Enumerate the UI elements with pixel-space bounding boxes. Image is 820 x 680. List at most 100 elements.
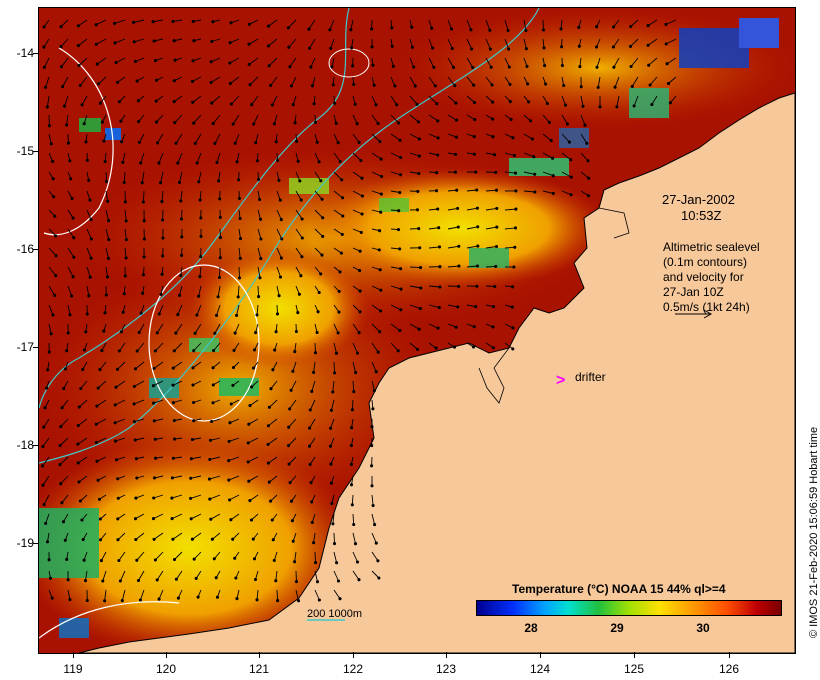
- velocity-arrowhead: [58, 463, 62, 467]
- velocity-arrowhead: [350, 426, 354, 430]
- velocity-arrowhead: [355, 351, 360, 355]
- velocity-arrowhead: [397, 121, 401, 125]
- velocity-arrowhead: [276, 599, 280, 603]
- velocity-arrowhead: [415, 102, 419, 106]
- velocity-arrowhead: [491, 305, 496, 309]
- velocity-arrowhead: [436, 119, 440, 123]
- velocity-arrowhead: [212, 557, 216, 561]
- velocity-arrowhead: [99, 559, 103, 563]
- velocity-arrowhead: [117, 349, 121, 353]
- velocity-arrow: [257, 285, 260, 297]
- velocity-arrowhead: [190, 437, 194, 442]
- velocity-arrowhead: [274, 579, 278, 583]
- velocity-arrowhead: [43, 406, 47, 410]
- velocity-arrowhead: [154, 120, 159, 124]
- velocity-arrowhead: [71, 216, 75, 220]
- velocity-arrowhead: [321, 216, 325, 220]
- velocity-arrowhead: [79, 386, 83, 391]
- velocity-arrowhead: [72, 255, 76, 259]
- velocity-arrowhead: [490, 83, 494, 87]
- velocity-arrowhead: [371, 503, 375, 508]
- velocity-arrowhead: [210, 39, 214, 44]
- velocity-arrowhead: [358, 269, 362, 273]
- velocity-arrowhead: [291, 539, 295, 543]
- velocity-arrowhead: [152, 419, 156, 423]
- velocity-arrowhead: [525, 64, 529, 68]
- velocity-arrowhead: [229, 518, 233, 522]
- velocity-arrowhead: [370, 27, 374, 31]
- velocity-arrowhead: [352, 390, 356, 394]
- velocity-arrowhead: [399, 155, 403, 160]
- velocity-arrowhead: [266, 44, 271, 48]
- velocity-arrowhead: [123, 200, 127, 204]
- velocity-arrowhead: [170, 476, 174, 480]
- velocity-arrowhead: [247, 42, 251, 46]
- velocity-arrowhead: [360, 212, 364, 216]
- velocity-arrowhead: [269, 83, 273, 88]
- velocity-arrowhead: [541, 28, 546, 32]
- velocity-arrowhead: [457, 244, 461, 248]
- velocity-arrowhead: [359, 158, 363, 163]
- velocity-arrowhead: [357, 331, 361, 335]
- velocity-arrowhead: [294, 329, 298, 334]
- velocity-arrowhead: [155, 331, 159, 335]
- velocity-arrowhead: [116, 538, 120, 542]
- velocity-arrowhead: [210, 101, 214, 105]
- colorbar-tick: 30: [696, 621, 710, 635]
- velocity-arrowhead: [152, 537, 156, 541]
- velocity-arrowhead: [412, 65, 416, 69]
- velocity-arrowhead: [379, 309, 383, 313]
- velocity-arrowhead: [648, 83, 652, 87]
- velocity-arrowhead: [417, 137, 421, 141]
- velocity-arrowhead: [390, 26, 394, 30]
- velocity-arrowhead: [300, 236, 304, 240]
- velocity-arrowhead: [137, 120, 141, 124]
- velocity-arrowhead: [114, 458, 119, 462]
- velocity-arrowhead: [273, 348, 277, 352]
- velocity-arrowhead: [329, 408, 333, 412]
- colorbar: [476, 600, 782, 616]
- x-tick: 126: [718, 662, 740, 676]
- velocity-arrowhead: [47, 558, 51, 562]
- velocity-arrowhead: [333, 101, 337, 105]
- velocity-arrowhead: [349, 483, 354, 487]
- velocity-arrowhead: [455, 188, 459, 192]
- velocity-arrowhead: [247, 422, 251, 426]
- velocity-arrowhead: [59, 25, 63, 29]
- velocity-arrowhead: [331, 522, 335, 526]
- velocity-arrowhead: [494, 244, 499, 249]
- velocity-arrowhead: [398, 328, 402, 333]
- velocity-arrowhead: [132, 40, 136, 44]
- velocity-arrowhead: [271, 368, 275, 372]
- velocity-arrowhead: [208, 497, 212, 501]
- velocity-arrowhead: [76, 442, 80, 446]
- velocity-arrowhead: [104, 293, 108, 297]
- velocity-arrowhead: [542, 46, 546, 50]
- velocity-arrowhead: [170, 517, 174, 521]
- velocity-arrowhead: [119, 330, 123, 334]
- velocity-arrowhead: [227, 459, 231, 463]
- velocity-arrowhead: [514, 189, 518, 193]
- velocity-arrowhead: [257, 295, 261, 299]
- y-tickmark: [33, 151, 39, 152]
- velocity-arrowhead: [293, 121, 297, 125]
- velocity-arrowhead: [113, 21, 117, 25]
- velocity-arrowhead: [355, 122, 359, 126]
- velocity-arrowhead: [213, 331, 217, 335]
- velocity-arrowhead: [192, 419, 196, 423]
- drifter-marker: >: [556, 372, 565, 389]
- velocity-arrowhead: [218, 256, 222, 260]
- velocity-arrowhead: [66, 141, 70, 145]
- velocity-arrowhead: [309, 65, 313, 69]
- velocity-arrowhead: [587, 176, 591, 180]
- y-tick: -14: [16, 46, 34, 60]
- velocity-arrowhead: [161, 254, 165, 258]
- velocity-arrowhead: [154, 456, 158, 460]
- velocity-arrowhead: [252, 122, 256, 126]
- velocity-arrowhead: [491, 117, 495, 121]
- velocity-arrowhead: [210, 537, 214, 541]
- velocity-arrowhead: [352, 522, 356, 527]
- x-tick: 122: [342, 662, 364, 676]
- velocity-arrowhead: [124, 238, 128, 242]
- velocity-arrowhead: [338, 597, 342, 601]
